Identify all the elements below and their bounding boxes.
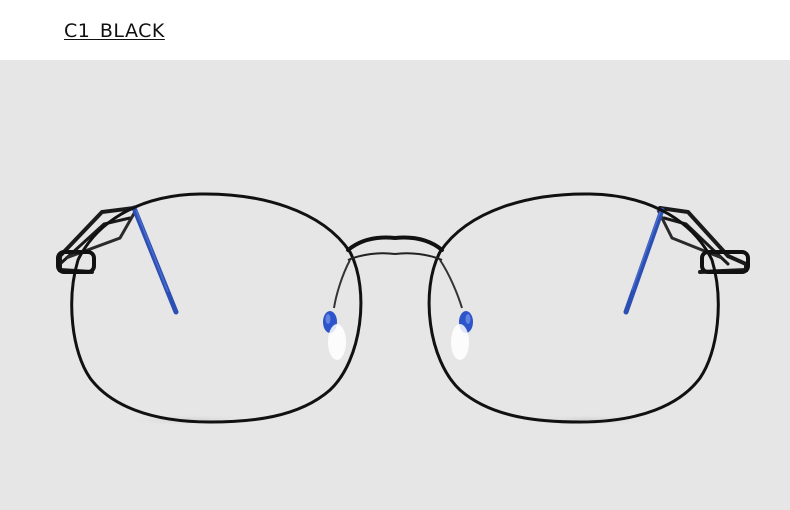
eyeglasses-image <box>56 192 750 450</box>
color-variant-label: C1 BLACK <box>64 20 165 42</box>
product-photo <box>0 60 790 510</box>
right-nose-pad <box>439 259 473 360</box>
variant-header: C1 BLACK <box>0 0 790 60</box>
product-color-variant-page: C1 BLACK <box>0 0 790 510</box>
right-lens <box>427 192 720 424</box>
right-temple-arm <box>623 206 748 315</box>
nose-bridge <box>346 235 444 261</box>
right-temple-tip <box>623 207 665 315</box>
left-lens <box>70 192 363 450</box>
